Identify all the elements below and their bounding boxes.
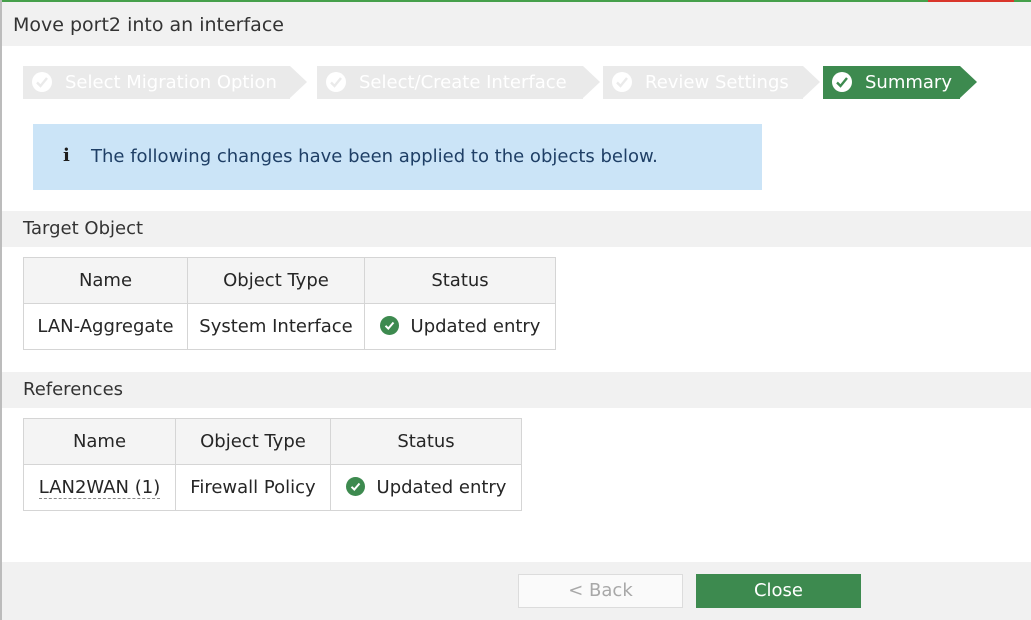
status-text: Updated entry <box>376 477 507 498</box>
wizard-step-select-create-interface[interactable]: Select/Create Interface <box>317 66 603 99</box>
check-circle-icon <box>345 477 365 496</box>
wizard-step-summary[interactable]: Summary <box>823 66 977 99</box>
references-table: Name Object Type Status LAN2WAN (1) Fire… <box>23 418 522 511</box>
cell-object-type: Firewall Policy <box>175 464 331 511</box>
step-arrow <box>290 66 307 98</box>
references-header: References <box>2 372 1031 408</box>
info-icon: i <box>63 145 70 166</box>
step-arrow <box>803 66 820 98</box>
dialog-title: Move port2 into an interface <box>13 14 284 36</box>
reference-link[interactable]: LAN2WAN (1) <box>38 477 161 499</box>
step-arrow <box>583 66 600 98</box>
check-icon <box>612 72 632 92</box>
column-header-status: Status <box>330 418 522 465</box>
wizard-step-label: Select/Create Interface <box>359 72 567 93</box>
wizard-step-label: Select Migration Option <box>65 72 277 93</box>
check-circle-icon <box>379 316 399 335</box>
dialog-footer <box>2 562 1031 620</box>
column-header-status: Status <box>364 257 556 304</box>
target-object-header: Target Object <box>2 211 1031 247</box>
target-object-table: Name Object Type Status LAN-Aggregate Sy… <box>23 257 556 350</box>
back-button[interactable]: < Back <box>518 574 683 608</box>
cell-status: Updated entry <box>364 303 556 350</box>
info-message: The following changes have been applied … <box>91 146 658 167</box>
section-title: References <box>23 379 124 400</box>
cell-object-type: System Interface <box>187 303 365 350</box>
cell-name: LAN-Aggregate <box>23 303 188 350</box>
wizard-step-select-migration-option[interactable]: Select Migration Option <box>23 66 310 99</box>
check-icon <box>32 72 52 92</box>
left-border <box>0 0 2 620</box>
table-header-row: Name Object Type Status <box>23 257 556 304</box>
info-banner: i The following changes have been applie… <box>33 124 762 190</box>
table-row[interactable]: LAN-Aggregate System Interface Updated e… <box>23 303 556 350</box>
status-text: Updated entry <box>410 316 541 337</box>
cell-status: Updated entry <box>330 464 522 511</box>
wizard-step-review-settings[interactable]: Review Settings <box>603 66 823 99</box>
table-row[interactable]: LAN2WAN (1) Firewall Policy Updated entr… <box>23 464 522 511</box>
wizard-step-label: Summary <box>865 72 952 93</box>
close-button[interactable]: Close <box>696 574 861 608</box>
step-arrow <box>960 66 977 98</box>
check-icon <box>832 72 852 92</box>
section-title: Target Object <box>23 218 144 239</box>
column-header-object-type: Object Type <box>175 418 331 465</box>
column-header-object-type: Object Type <box>187 257 365 304</box>
cell-name: LAN2WAN (1) <box>23 464 176 511</box>
check-icon <box>326 72 346 92</box>
column-header-name: Name <box>23 257 188 304</box>
table-header-row: Name Object Type Status <box>23 418 522 465</box>
wizard-step-label: Review Settings <box>645 72 789 93</box>
dialog-titlebar: Move port2 into an interface <box>2 2 1031 46</box>
column-header-name: Name <box>23 418 176 465</box>
